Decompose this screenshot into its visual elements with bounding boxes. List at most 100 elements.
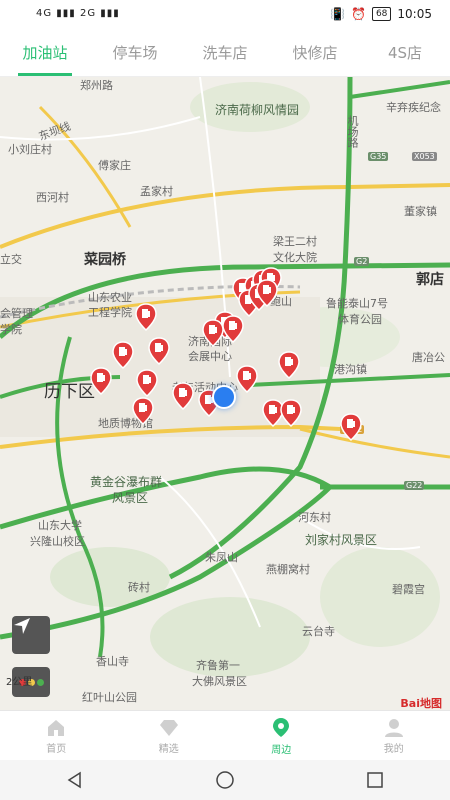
map-label: 菜园桥 (84, 252, 126, 268)
map-label: 工程学院 (88, 306, 132, 319)
road-shield: G22 (404, 481, 425, 490)
map-label: 砖村 (128, 581, 150, 594)
recent-apps-button[interactable] (355, 765, 395, 795)
home-button[interactable] (205, 765, 245, 795)
nav-profile[interactable]: 我的 (338, 711, 450, 761)
map-label: 傅家庄 (98, 159, 131, 172)
map-label: 齐鲁第一 (196, 659, 240, 672)
tab-gas-station[interactable]: 加油站 (0, 30, 90, 76)
map-label[interactable]: 刘家村风景区 (305, 531, 377, 548)
map-provider-logo: Bai地图 (400, 697, 442, 710)
gas-station-pin[interactable] (90, 367, 112, 395)
map-label[interactable]: 风景区 (112, 489, 148, 506)
map-label: 河东村 (298, 511, 331, 524)
home-icon (48, 719, 65, 736)
map-label[interactable]: 济南荷柳风情园 (215, 101, 299, 118)
nav-profile-label: 我的 (383, 743, 404, 755)
map-label: 山东农业 (88, 291, 132, 304)
map-label: 小刘庄村 (8, 143, 52, 156)
gas-station-pin[interactable] (340, 413, 362, 441)
battery-level: 68 (371, 7, 392, 21)
system-navigation-bar (0, 760, 450, 800)
gas-pump-icon (90, 367, 112, 395)
road-shield: G2 (354, 257, 370, 266)
location-icon (273, 717, 290, 737)
gas-station-pin[interactable] (136, 369, 158, 397)
gas-pump-icon (202, 319, 224, 347)
map-label: 兴隆山校区 (30, 535, 85, 548)
bottom-navigation: 首页 精选 周边 我的 (0, 710, 450, 761)
gas-pump-icon (256, 279, 278, 307)
gas-station-pin[interactable] (135, 303, 157, 331)
back-button[interactable] (55, 765, 95, 795)
map-label: 历下区 (44, 382, 95, 402)
map-label: 山东大学 (38, 519, 82, 532)
tab-car-wash[interactable]: 洗车店 (180, 30, 270, 76)
map-label: 立交 (0, 253, 22, 266)
gas-station-pin[interactable] (236, 365, 258, 393)
diamond-icon (159, 719, 178, 736)
gas-pump-icon (222, 315, 244, 343)
map-label: 唐冶公 (412, 351, 445, 364)
gas-station-pin[interactable] (172, 382, 194, 410)
map-label: 大佛风景区 (192, 675, 247, 688)
nav-nearby[interactable]: 周边 (225, 711, 338, 761)
nav-home-label: 首页 (46, 743, 67, 755)
gas-station-pin[interactable] (148, 337, 170, 365)
gas-station-pin[interactable] (280, 399, 302, 427)
gas-station-pin[interactable] (112, 341, 134, 369)
map-label[interactable]: 黄金谷瀑布群 (90, 473, 162, 490)
status-right: 📳 ⏰ 68 10:05 (330, 7, 432, 21)
locate-button[interactable] (12, 616, 50, 654)
map-label: 董家镇 (404, 205, 437, 218)
back-triangle-icon (67, 771, 81, 789)
road-shield: X053 (412, 152, 437, 161)
nav-featured[interactable]: 精选 (113, 711, 226, 761)
map-label: 会管理 (0, 307, 33, 320)
status-time: 10:05 (397, 7, 432, 21)
signal-indicator: 4G ▮▮▮ 2G ▮▮▮ (36, 8, 120, 19)
gas-pump-icon (135, 303, 157, 331)
nav-nearby-label: 周边 (271, 744, 292, 756)
gas-pump-icon (278, 351, 300, 379)
category-tabs: 加油站 停车场 洗车店 快修店 4S店 (0, 30, 450, 77)
gas-pump-icon (136, 369, 158, 397)
recent-square-icon (367, 772, 383, 788)
map-label: 辛弃疾纪念 (386, 101, 441, 114)
map-label: 郑州路 (80, 79, 113, 92)
vibrate-icon: 📳 (330, 7, 345, 21)
alarm-icon: ⏰ (351, 7, 366, 21)
road-shield: G35 (368, 152, 389, 161)
gas-pump-icon (280, 399, 302, 427)
gas-pump-icon (236, 365, 258, 393)
gas-pump-icon (340, 413, 362, 441)
map-label: 西河村 (36, 191, 69, 204)
gas-station-pin[interactable] (132, 397, 154, 425)
map-label: 梁王二村 (273, 235, 317, 248)
status-bar: 4G ▮▮▮ 2G ▮▮▮ 📳 ⏰ 68 10:05 (0, 0, 450, 30)
gas-pump-icon (132, 397, 154, 425)
map-label: 孟家村 (140, 185, 173, 198)
map-label: 朱凤山 (205, 551, 238, 564)
map-label: 燕棚窝村 (266, 563, 310, 576)
map-scale: 2公里 (6, 677, 33, 688)
map-label: 郭店 (416, 272, 444, 288)
tab-parking[interactable]: 停车场 (90, 30, 180, 76)
map-label: 红叶山公园 (82, 691, 137, 704)
gas-pump-icon (112, 341, 134, 369)
gas-station-pin[interactable] (278, 351, 300, 379)
tab-4s-store[interactable]: 4S店 (360, 30, 450, 76)
home-circle-icon (216, 771, 234, 789)
map-label: 香山寺 (96, 655, 129, 668)
nav-home[interactable]: 首页 (0, 711, 113, 761)
navigate-arrow-icon (14, 618, 30, 634)
nav-featured-label: 精选 (158, 743, 179, 755)
gas-station-pin[interactable] (256, 279, 278, 307)
gas-station-pin[interactable] (202, 319, 224, 347)
tab-quick-repair[interactable]: 快修店 (270, 30, 360, 76)
user-icon (384, 718, 403, 737)
gas-station-pin[interactable] (222, 315, 244, 343)
map-label: 机场路 (346, 115, 359, 148)
gas-pump-icon (172, 382, 194, 410)
map-view[interactable]: 郑州路 济南荷柳风情园 东坝线 小刘庄村 傅家庄 孟家村 西河村 董家镇 梁王二… (0, 77, 450, 710)
